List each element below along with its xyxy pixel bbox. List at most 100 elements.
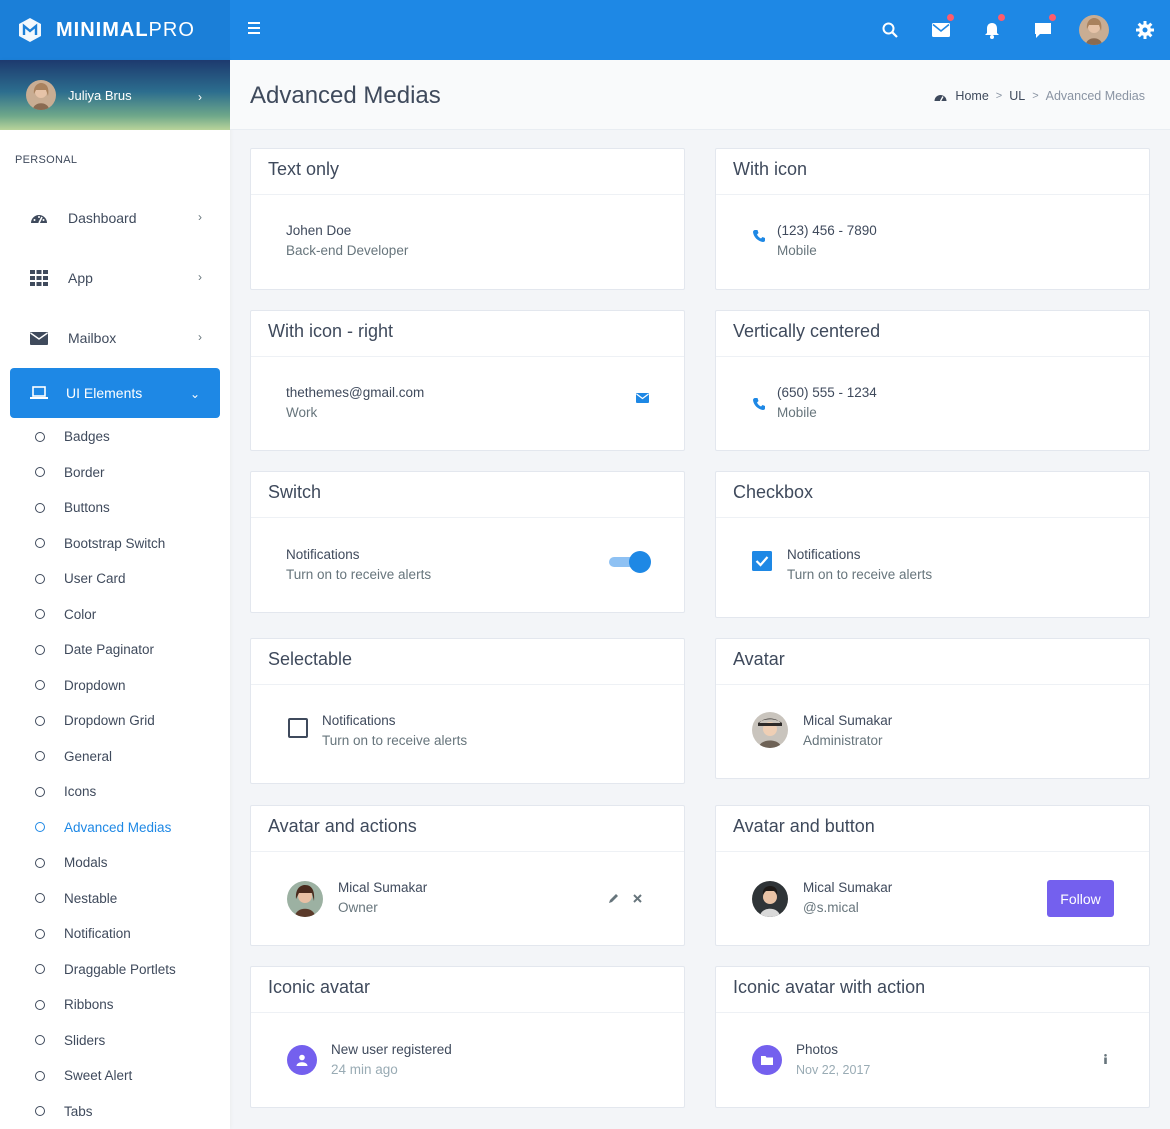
submenu-item-dropdown[interactable]: Dropdown	[0, 668, 230, 704]
avatar	[1078, 15, 1109, 45]
sidebar-item-mailbox[interactable]: Mailbox ›	[0, 308, 230, 368]
breadcrumb-ui[interactable]: UL	[1009, 89, 1025, 103]
content-header: Advanced Medias Home > UL > Advanced Med…	[230, 60, 1170, 130]
brand-name-light: PRO	[148, 18, 195, 41]
follow-button[interactable]: Follow	[1047, 880, 1114, 917]
chevron-right-icon: ›	[198, 270, 202, 284]
close-icon[interactable]	[633, 894, 642, 903]
media-title: New user registered	[331, 1042, 452, 1057]
submenu-label: Sliders	[64, 1032, 106, 1048]
phone-icon	[753, 230, 765, 242]
submenu-item-modals[interactable]: Modals	[0, 845, 230, 881]
user-profile-panel[interactable]: Juliya Brus ›	[0, 60, 230, 130]
sidebar-item-ui-elements[interactable]: UI Elements ⌄	[10, 368, 220, 418]
card-iconic-avatar-action: Iconic avatar with action Photos Nov 22,…	[715, 966, 1150, 1108]
page-title: Advanced Medias	[250, 82, 441, 109]
card-title: Vertically centered	[716, 311, 1149, 357]
circle-icon	[35, 1070, 45, 1081]
media-subtitle: Administrator	[803, 733, 883, 748]
submenu-item-color[interactable]: Color	[0, 597, 230, 633]
media-item: (650) 555 - 1234 Mobile	[777, 383, 1114, 423]
card-with-icon: With icon (123) 456 - 7890 Mobile	[715, 148, 1150, 290]
card-avatar-actions: Avatar and actions Mical Sumakar Owner	[250, 805, 685, 946]
chevron-right-icon: >	[995, 90, 1003, 102]
submenu-item-general[interactable]: General	[0, 739, 230, 775]
submenu-label: General	[64, 748, 113, 764]
submenu-item-date-paginator[interactable]: Date Paginator	[0, 632, 230, 668]
media-item: Notifications Turn on to receive alerts	[787, 545, 1114, 585]
search-icon[interactable]	[864, 0, 915, 60]
card-vertically-centered: Vertically centered (650) 555 - 1234 Mob…	[715, 310, 1150, 451]
submenu-label: Icons	[64, 784, 97, 800]
card-title: With icon	[716, 149, 1149, 195]
submenu-label: Badges	[64, 429, 110, 445]
submenu-item-badges[interactable]: Badges	[0, 419, 230, 455]
sidebar-item-dashboard[interactable]: Dashboard ›	[0, 188, 230, 248]
chevron-right-icon: ›	[198, 210, 202, 224]
bell-notify-dot	[998, 14, 1005, 21]
chat-notify-dot	[1049, 14, 1056, 21]
submenu-label: Modals	[64, 855, 108, 871]
circle-icon	[35, 502, 45, 513]
breadcrumb-home[interactable]: Home	[955, 89, 988, 103]
submenu-item-bootstrap-switch[interactable]: Bootstrap Switch	[0, 526, 230, 562]
media-subtitle: Owner	[338, 900, 378, 915]
breadcrumb: Home > UL > Advanced Medias	[934, 89, 1145, 103]
submenu-label: Ribbons	[64, 997, 114, 1013]
submenu-item-notification[interactable]: Notification	[0, 916, 230, 952]
checkbox-checked-icon[interactable]	[752, 551, 772, 571]
submenu-label: Bootstrap Switch	[64, 535, 166, 551]
menu-toggle-icon[interactable]	[248, 22, 262, 38]
card-title: Checkbox	[716, 472, 1149, 518]
submenu-item-ribbons[interactable]: Ribbons	[0, 987, 230, 1023]
submenu-label: Dropdown	[64, 677, 126, 693]
media-subtitle: Mobile	[777, 243, 817, 258]
selectable-checkbox[interactable]	[288, 718, 308, 738]
profile-menu[interactable]	[1068, 0, 1119, 60]
settings-gear-icon[interactable]	[1119, 0, 1170, 60]
submenu-item-buttons[interactable]: Buttons	[0, 490, 230, 526]
top-navbar: MINIMALPRO	[0, 0, 1170, 60]
pencil-icon[interactable]	[608, 893, 619, 904]
left-sidebar: Juliya Brus › PERSONAL Dashboard › App ›…	[0, 60, 230, 1129]
sidebar-item-app[interactable]: App ›	[0, 248, 230, 308]
info-icon[interactable]	[1103, 1054, 1108, 1064]
notifications-switch[interactable]	[609, 551, 651, 573]
mail-notify-dot	[947, 14, 954, 21]
circle-icon	[35, 467, 45, 478]
media-title: Photos	[796, 1042, 839, 1057]
card-avatar-button: Avatar and button Mical Sumakar @s.mical…	[715, 805, 1150, 946]
folder-icon	[752, 1045, 782, 1075]
media-title: Notifications	[322, 713, 396, 728]
media-subtitle: Work	[286, 405, 318, 420]
submenu-item-dropdown-grid[interactable]: Dropdown Grid	[0, 703, 230, 739]
brand-logo[interactable]: MINIMALPRO	[0, 0, 230, 60]
chevron-right-icon: ›	[198, 330, 202, 344]
submenu-item-draggable-portlets[interactable]: Draggable Portlets	[0, 952, 230, 988]
submenu-label: Draggable Portlets	[64, 961, 176, 977]
dashboard-icon	[934, 94, 947, 101]
media-title: (650) 555 - 1234	[777, 385, 877, 400]
submenu-item-icons[interactable]: Icons	[0, 774, 230, 810]
submenu-item-tabs[interactable]: Tabs	[0, 1094, 230, 1129]
chat-icon[interactable]	[1017, 0, 1068, 60]
media-title: Notifications	[787, 547, 861, 562]
submenu-item-sliders[interactable]: Sliders	[0, 1023, 230, 1059]
mail-icon[interactable]	[915, 0, 966, 60]
submenu-item-nestable[interactable]: Nestable	[0, 881, 230, 917]
submenu-item-advanced-medias[interactable]: Advanced Medias	[0, 810, 230, 846]
media-subtitle: Turn on to receive alerts	[322, 733, 468, 748]
media-subtitle: Back-end Developer	[286, 243, 409, 258]
bell-icon[interactable]	[966, 0, 1017, 60]
submenu-item-sweet-alert[interactable]: Sweet Alert	[0, 1058, 230, 1094]
submenu-label: Advanced Medias	[64, 819, 172, 835]
circle-icon	[35, 1035, 45, 1046]
submenu-item-user-card[interactable]: User Card	[0, 561, 230, 597]
media-item: (123) 456 - 7890 Mobile	[777, 221, 1114, 261]
card-checkbox: Checkbox Notifications Turn on to receiv…	[715, 471, 1150, 618]
media-title: thethemes@gmail.com	[286, 385, 425, 400]
avatar	[26, 80, 56, 110]
laptop-icon	[30, 386, 48, 399]
switch-knob	[629, 551, 651, 573]
submenu-item-border[interactable]: Border	[0, 455, 230, 491]
